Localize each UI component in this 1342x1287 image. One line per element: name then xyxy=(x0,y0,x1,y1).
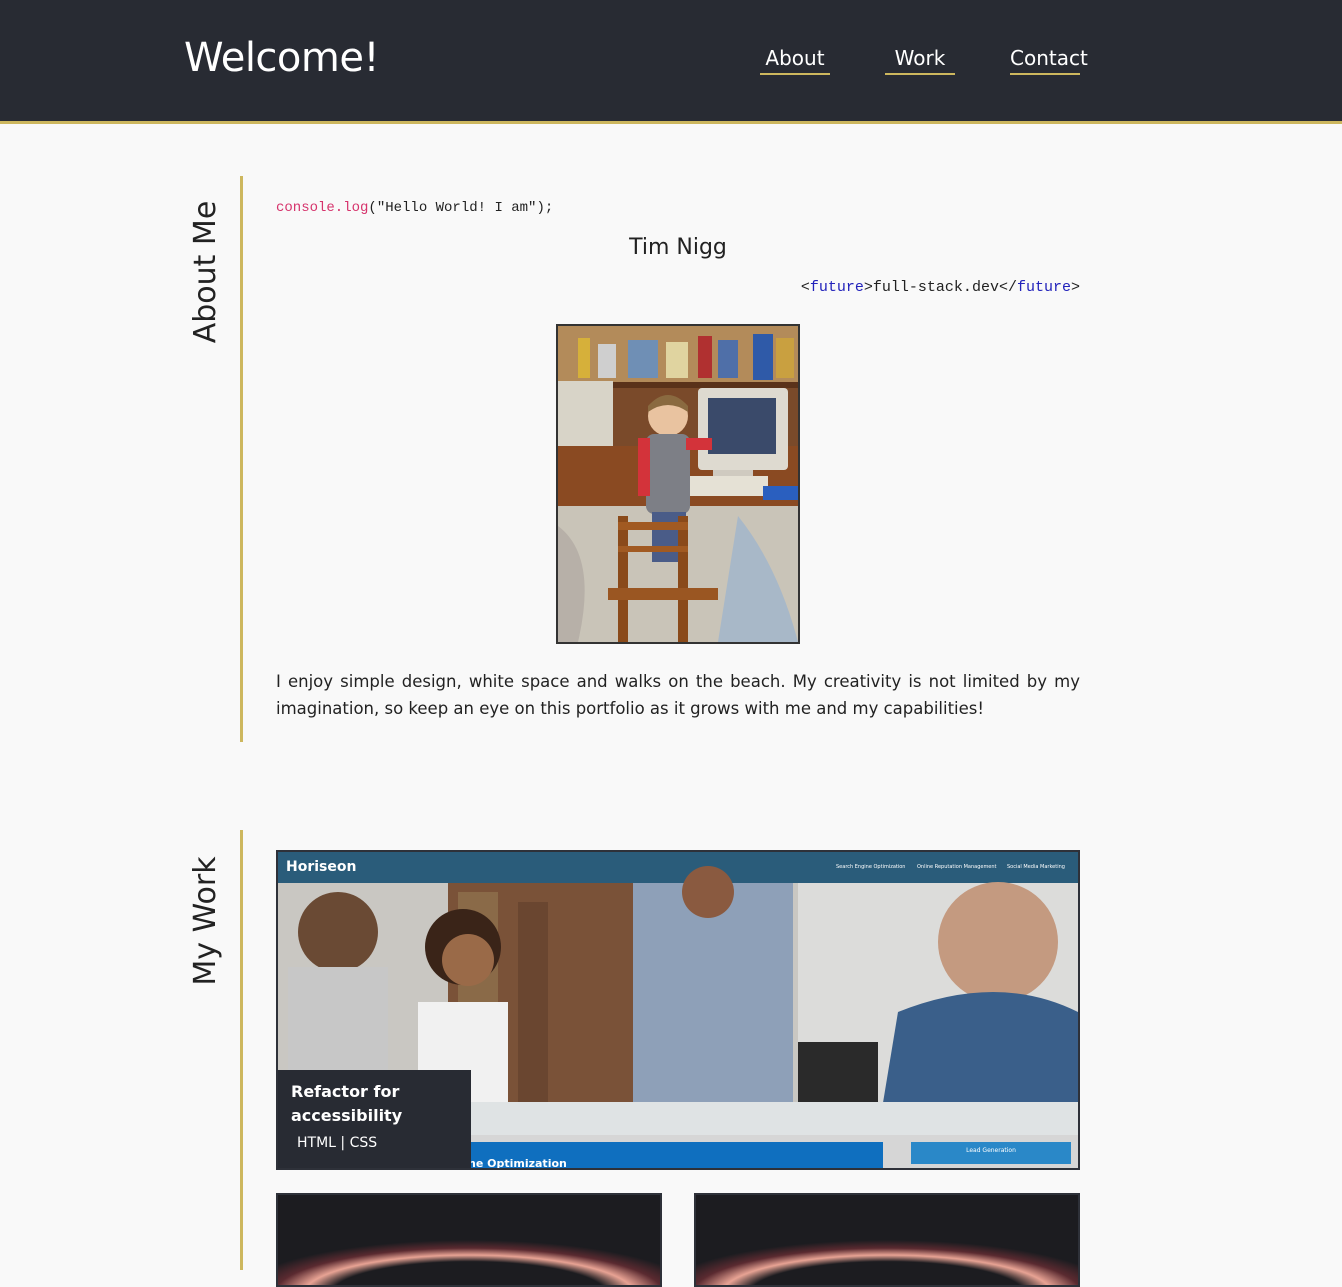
project-caption: Refactor for accessibility HTML | CSS xyxy=(278,1070,471,1168)
project-card-3[interactable] xyxy=(694,1193,1080,1287)
profile-photo xyxy=(556,324,800,644)
tag-bracket: > xyxy=(863,279,873,296)
project-card-2-image xyxy=(278,1195,660,1285)
profile-photo-illustration xyxy=(558,326,798,642)
project-card-2[interactable] xyxy=(276,1193,662,1287)
code-arguments: ("Hello World! I am"); xyxy=(368,200,554,216)
project-title: Refactor for accessibility xyxy=(291,1082,403,1125)
nav-link-about[interactable]: About xyxy=(760,42,830,75)
work-section-border xyxy=(240,830,243,1270)
about-heading: About Me xyxy=(188,200,223,344)
tag-name-open: future xyxy=(809,279,864,296)
tag-bracket: < xyxy=(800,279,810,296)
tag-name-close: future xyxy=(1016,279,1071,296)
main-nav: About Work Contact xyxy=(0,42,1342,82)
about-section-border xyxy=(240,176,243,742)
project-banner-text: ne Optimization xyxy=(468,1157,567,1170)
project-nav-item: Online Reputation Management xyxy=(917,864,997,870)
project-brand: Horiseon xyxy=(286,859,357,875)
project-banner-button: Lead Generation xyxy=(966,1147,1016,1154)
person-name: Tim Nigg xyxy=(629,235,727,260)
site-header: Welcome! About Work Contact xyxy=(0,0,1342,124)
work-heading: My Work xyxy=(188,856,223,986)
code-function: console.log xyxy=(276,200,369,216)
featured-project-card[interactable]: Horiseon Search Engine Optimization Onli… xyxy=(276,850,1080,1170)
console-log-line: console.log("Hello World! I am"); xyxy=(276,199,553,217)
tag-bracket: </ xyxy=(998,279,1017,296)
nav-link-contact[interactable]: Contact xyxy=(1010,42,1088,75)
project-tech: HTML | CSS xyxy=(297,1135,378,1151)
bio-paragraph: I enjoy simple design, white space and w… xyxy=(276,672,1080,718)
project-nav-item: Social Media Marketing xyxy=(1007,864,1065,870)
tag-bracket: > xyxy=(1070,279,1080,296)
project-card-3-image xyxy=(696,1195,1078,1285)
tagline: <future>full-stack.dev</future> xyxy=(276,279,1080,297)
tag-content: full-stack.dev xyxy=(872,279,999,296)
project-nav-item: Search Engine Optimization xyxy=(836,864,906,870)
nav-link-work[interactable]: Work xyxy=(885,42,955,75)
